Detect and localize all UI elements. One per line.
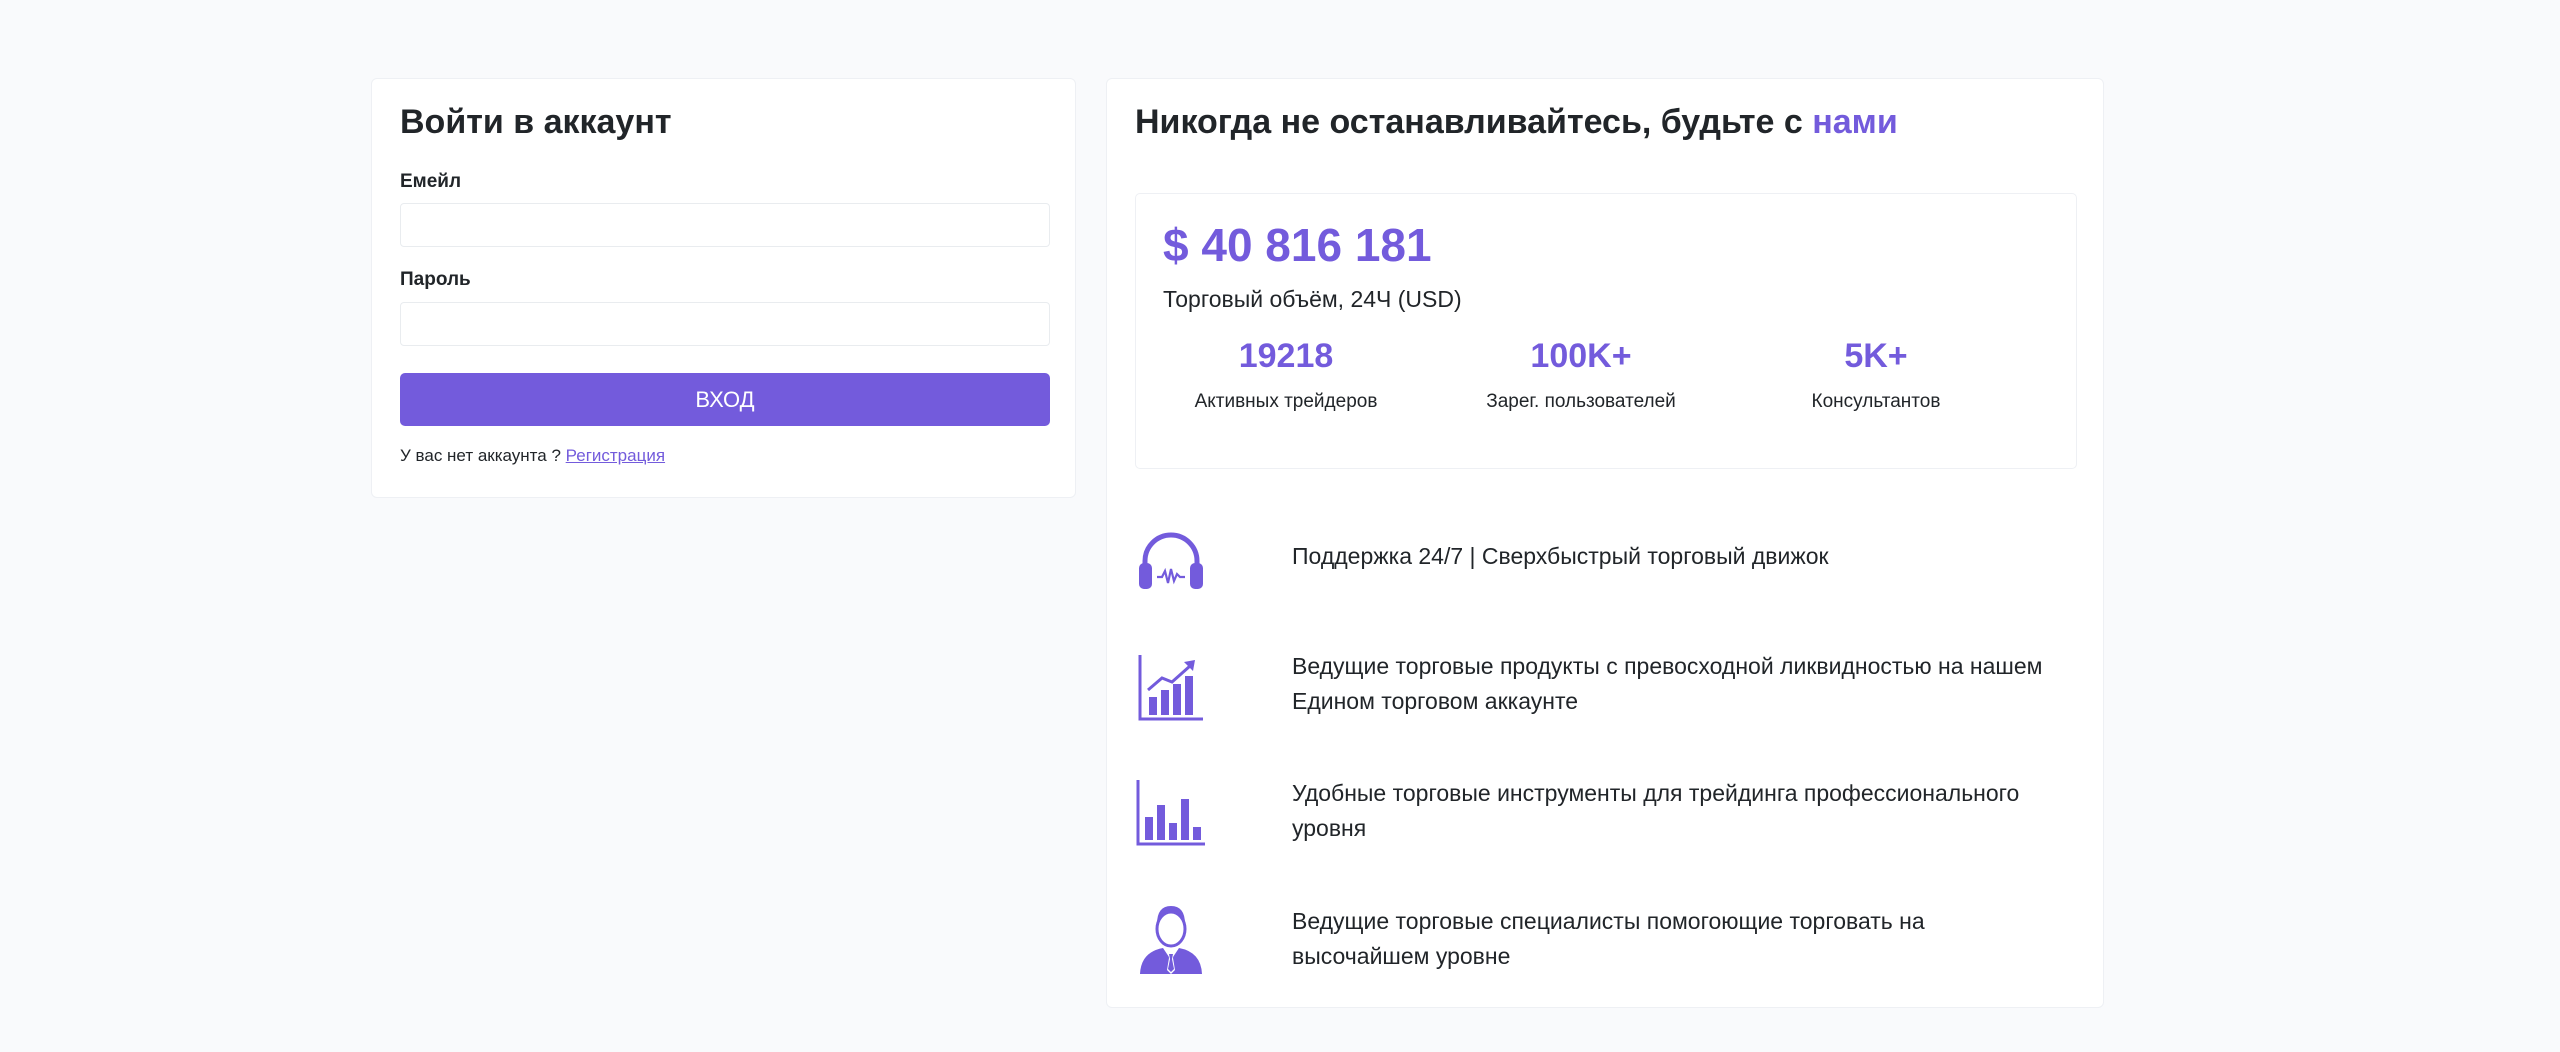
promo-title-accent: нами	[1812, 103, 1898, 141]
stats-box: $ 40 816 181 Торговый объём, 24Ч (USD) 1…	[1135, 193, 2077, 469]
stat-value: 19218	[1238, 337, 1334, 375]
feature-text: Ведущие торговые продукты с превосходной…	[1292, 653, 2043, 714]
login-card: Войти в аккаунт Емейл Пароль ВХОД У вас …	[371, 78, 1076, 498]
login-title: Войти в аккаунт	[400, 103, 672, 141]
volume-label: Торговый объём, 24Ч (USD)	[1163, 286, 1462, 312]
stat-registered-users: 100K+ Зарег. пользователей	[1431, 336, 1731, 413]
volume-value: $ 40 816 181	[1163, 219, 1432, 271]
promo-title-prefix: Никогда не останавливайтесь, будьте с	[1135, 103, 1803, 141]
promo-title: Никогда не останавливайтесь, будьте с на…	[1135, 103, 1898, 142]
stat-label: Зарег. пользователей	[1486, 390, 1676, 412]
signup-prompt: У вас нет аккаунта ? Регистрация	[400, 446, 665, 466]
stat-value: 100K+	[1530, 337, 1632, 375]
feature-text: Поддержка 24/7 | Сверхбыстрый торговый д…	[1292, 543, 1829, 569]
login-button[interactable]: ВХОД	[400, 373, 1050, 426]
password-label: Пароль	[400, 269, 471, 290]
headset-icon	[1139, 532, 1203, 589]
email-field[interactable]	[400, 203, 1050, 247]
feature-text: Удобные торговые инструменты для трейдин…	[1292, 780, 2020, 841]
promo-card: Никогда не останавливайтесь, будьте с на…	[1106, 78, 2104, 1008]
stat-active-traders: 19218 Активных трейдеров	[1136, 336, 1436, 413]
password-field[interactable]	[400, 302, 1050, 346]
stat-value: 5K+	[1844, 337, 1908, 375]
growth-chart-icon	[1138, 655, 1203, 721]
feature-text: Ведущие торговые специалисты помогоющие …	[1292, 908, 1925, 969]
stat-consultants: 5K+ Консультантов	[1726, 336, 2026, 413]
specialist-icon	[1140, 906, 1202, 974]
stat-label: Активных трейдеров	[1194, 390, 1378, 412]
no-account-text: У вас нет аккаунта ?	[400, 446, 561, 465]
bar-chart-icon	[1136, 780, 1205, 846]
email-label: Емейл	[400, 171, 462, 192]
register-link[interactable]: Регистрация	[566, 446, 665, 465]
stat-label: Консультантов	[1811, 390, 1941, 412]
